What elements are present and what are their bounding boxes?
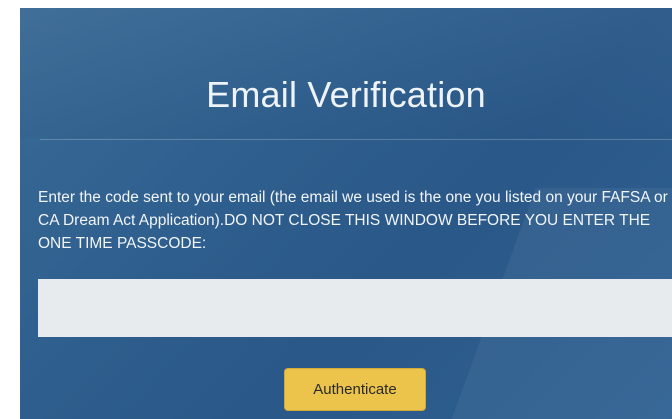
title-divider — [40, 139, 672, 140]
authenticate-button[interactable]: Authenticate — [284, 368, 426, 411]
instructions-text: Enter the code sent to your email (the e… — [38, 189, 668, 252]
email-verification-panel: Email Verification Enter the code sent t… — [20, 8, 672, 419]
dialog-title: Email Verification — [206, 74, 486, 115]
passcode-input[interactable] — [38, 279, 672, 337]
